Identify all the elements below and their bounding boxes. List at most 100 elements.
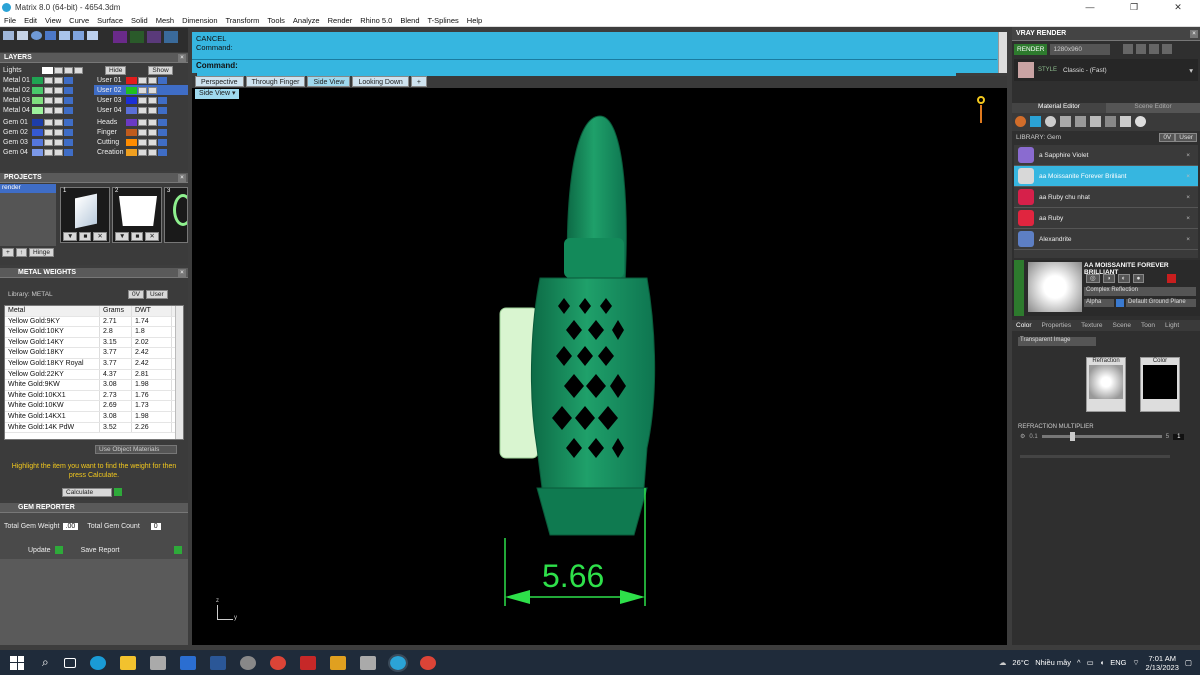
layer-row[interactable]: Metal 03 xyxy=(0,95,94,105)
close-icon[interactable]: × xyxy=(178,54,186,62)
layer-color-swatch[interactable] xyxy=(126,128,137,136)
visibility-icon[interactable] xyxy=(54,106,63,114)
drop-icon[interactable] xyxy=(1015,116,1026,127)
table-row[interactable]: White Gold:14K PdW 3.52 2.26 xyxy=(5,422,183,434)
layer-color-swatch[interactable] xyxy=(126,118,137,126)
layer-color-swatch[interactable] xyxy=(126,106,137,114)
layer-row[interactable]: Gem 01 xyxy=(0,117,94,127)
task-view-icon[interactable] xyxy=(63,657,76,668)
table-row[interactable]: Yellow Gold:18KY 3.77 2.42 xyxy=(5,348,183,359)
weather-text[interactable]: Nhiều mây xyxy=(1035,658,1071,667)
lights-row[interactable]: Lights Hide Show xyxy=(0,65,188,75)
bulb-icon[interactable] xyxy=(1135,116,1146,127)
grid-icon[interactable] xyxy=(1105,116,1116,127)
clock[interactable]: 7:01 AM 2/13/2023 xyxy=(1146,654,1179,672)
layer-icon[interactable] xyxy=(158,148,167,156)
calculate-button[interactable]: Calculate xyxy=(62,488,112,497)
layer-row[interactable]: Metal 01 xyxy=(0,75,94,85)
menu-render[interactable]: Render xyxy=(328,16,353,25)
layer-row[interactable]: Creation xyxy=(94,147,188,157)
texture-icon[interactable] xyxy=(1075,116,1086,127)
table-row[interactable]: Yellow Gold:10KY 2.8 1.8 xyxy=(5,327,183,338)
layer-icon[interactable] xyxy=(64,106,73,114)
layer-color-swatch[interactable] xyxy=(126,138,137,146)
store-icon[interactable] xyxy=(149,655,166,670)
close-icon[interactable]: × xyxy=(178,269,186,277)
thumb-card[interactable]: 3 xyxy=(164,187,188,243)
thumb-lock-icon[interactable]: ▼ xyxy=(115,232,130,241)
grid-icon[interactable] xyxy=(3,31,14,40)
table-row[interactable]: White Gold:10KX1 2.73 1.76 xyxy=(5,390,183,402)
resolution-field[interactable]: 1280x960 xyxy=(1050,43,1111,55)
menu-analyze[interactable]: Analyze xyxy=(293,16,320,25)
thumb-save-icon[interactable]: ■ xyxy=(131,232,144,241)
refraction-slider[interactable] xyxy=(1041,432,1162,441)
layer-icon[interactable] xyxy=(158,76,167,84)
visibility-icon[interactable] xyxy=(54,128,63,136)
lock-icon[interactable] xyxy=(44,96,53,104)
close-button[interactable]: ✕ xyxy=(1156,2,1200,13)
viewport-icon[interactable] xyxy=(17,31,28,40)
save-report-button[interactable]: Save Report xyxy=(81,547,120,554)
layer-row[interactable]: Heads xyxy=(94,117,188,127)
layer-icon[interactable] xyxy=(64,86,73,94)
gem-tool-icon-2[interactable] xyxy=(130,31,144,43)
hinge-button[interactable]: Hinge xyxy=(29,248,55,257)
layer-color-swatch[interactable] xyxy=(126,76,137,84)
lang-indicator[interactable]: ENG xyxy=(1110,658,1126,667)
list-item[interactable]: Alexandrite × xyxy=(1014,229,1198,250)
globe-icon[interactable] xyxy=(31,31,42,40)
tab-looking-down[interactable]: Looking Down xyxy=(352,76,409,87)
tab-light[interactable]: Light xyxy=(1165,320,1179,331)
windows-icon[interactable] xyxy=(10,655,24,670)
table-row[interactable]: Yellow Gold:18KY Royal 3.77 2.42 xyxy=(5,358,183,370)
remove-icon[interactable]: × xyxy=(1186,194,1190,201)
use-object-materials-select[interactable]: Use Object Materials xyxy=(95,445,177,454)
app-icon-c[interactable] xyxy=(299,655,316,670)
mat-option-icon-4[interactable]: ● xyxy=(1132,274,1145,283)
thumb-save-icon[interactable]: ■ xyxy=(79,232,92,241)
lock-icon[interactable] xyxy=(44,148,53,156)
layer-icon[interactable] xyxy=(158,118,167,126)
gem-tool-icon-3[interactable] xyxy=(147,31,161,43)
lock-icon[interactable] xyxy=(44,86,53,94)
tool-icon[interactable] xyxy=(73,31,84,40)
viewport-canvas[interactable]: Side View ▾ 5.66 z y xyxy=(192,88,1007,645)
alpha-field[interactable]: Alpha xyxy=(1084,299,1114,307)
close-icon[interactable]: × xyxy=(178,174,186,182)
layer-icon[interactable] xyxy=(1060,116,1071,127)
lock-icon[interactable] xyxy=(44,76,53,84)
brush-icon[interactable] xyxy=(1120,116,1131,127)
lock-icon[interactable] xyxy=(138,106,147,114)
layer-row[interactable]: User 04 xyxy=(94,105,188,115)
layer-icon[interactable] xyxy=(64,138,73,146)
render-button[interactable]: RENDER xyxy=(1014,43,1048,55)
layer-color-swatch[interactable] xyxy=(126,86,137,94)
layer-icon[interactable] xyxy=(158,138,167,146)
minimize-button[interactable]: — xyxy=(1068,2,1112,13)
lock-icon[interactable] xyxy=(138,118,147,126)
app-icon-b[interactable] xyxy=(239,655,256,670)
menu-file[interactable]: File xyxy=(4,16,16,25)
close-icon[interactable]: × xyxy=(1190,30,1198,38)
visibility-icon[interactable] xyxy=(148,86,157,94)
thumb-card[interactable]: 1 ▼ ■ ✕ xyxy=(60,187,110,243)
save-go-icon[interactable] xyxy=(173,546,182,554)
visibility-icon[interactable] xyxy=(64,66,73,74)
edge-icon[interactable] xyxy=(89,655,106,670)
lock-icon[interactable] xyxy=(54,66,63,74)
visibility-icon[interactable] xyxy=(148,128,157,136)
alpha-toggle[interactable] xyxy=(1116,299,1124,307)
layer-row[interactable]: Metal 02 xyxy=(0,85,94,95)
menu-transform[interactable]: Transform xyxy=(226,16,260,25)
list-item[interactable]: aa Ruby × xyxy=(1014,208,1198,229)
expand-icon[interactable] xyxy=(1162,44,1173,54)
table-row[interactable]: Yellow Gold:22KY 4.37 2.81 xyxy=(5,369,183,381)
visibility-icon[interactable] xyxy=(54,76,63,84)
refraction-swatch[interactable]: Refraction xyxy=(1086,357,1126,412)
style-value[interactable]: Classic - (Fast) xyxy=(1063,67,1107,74)
menu-tools[interactable]: Tools xyxy=(267,16,285,25)
list-item[interactable]: aa Moissanite Forever Brilliant × xyxy=(1014,166,1198,187)
lib-user-button[interactable]: User xyxy=(1175,132,1197,142)
playback-icon-2[interactable] xyxy=(1136,44,1147,54)
